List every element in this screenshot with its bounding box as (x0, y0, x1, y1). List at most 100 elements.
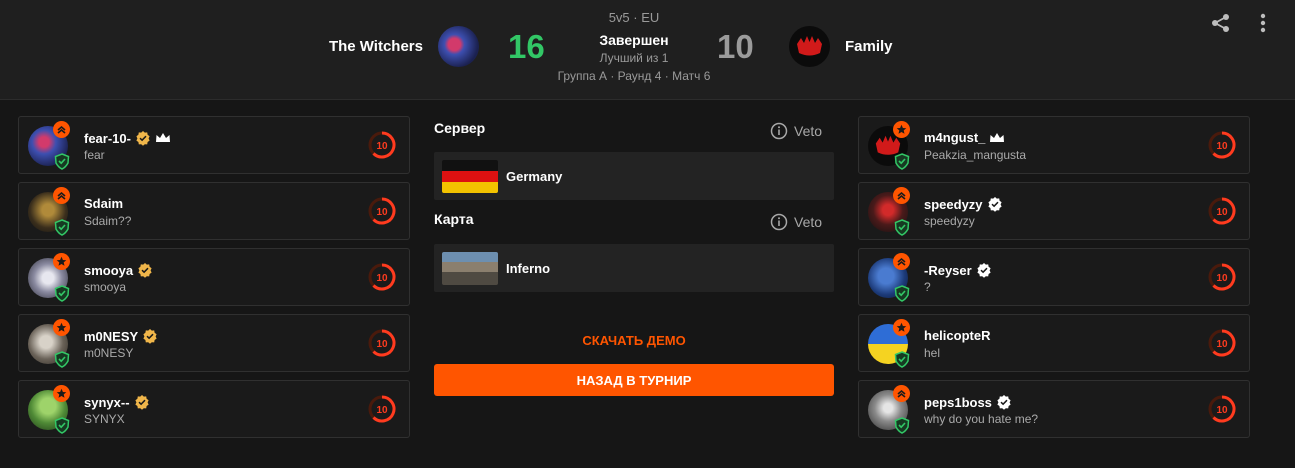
player-name: -Reyser (924, 262, 992, 278)
shield-icon (894, 351, 910, 368)
player-nickname: hel (924, 346, 941, 360)
veto-label: Veto (794, 123, 823, 139)
rank-chevrons-icon (893, 187, 910, 204)
server-name: Germany (506, 169, 563, 184)
player-card[interactable]: fear-10- fear 10 (18, 116, 410, 174)
map-label: Карта (434, 211, 474, 227)
player-card[interactable]: peps1boss why do you hate me? 10 (858, 380, 1250, 438)
shield-icon (54, 285, 70, 302)
level-number: 10 (1216, 141, 1228, 152)
shield-icon (894, 285, 910, 302)
player-name: synyx-- (84, 394, 150, 410)
verified-icon (143, 329, 157, 344)
rank-chevrons-icon (893, 385, 910, 402)
player-name-text: m4ngust_ (924, 130, 986, 145)
level-10-icon: 10 (1208, 197, 1236, 225)
player-name: smooya (84, 262, 153, 278)
player-card[interactable]: speedyzy speedyzy 10 (858, 182, 1250, 240)
match-best-of: Лучший из 1 (599, 51, 669, 65)
server-veto-button[interactable]: Veto (770, 122, 822, 140)
player-name: m0NESY (84, 328, 158, 344)
level-10-icon: 10 (368, 329, 396, 357)
shield-icon (894, 417, 910, 434)
player-name: speedyzy (924, 196, 1003, 212)
player-card[interactable]: smooya smooya 10 (18, 248, 410, 306)
level-number: 10 (376, 141, 388, 152)
match-group-info: Группа А · Раунд 4 · Матч 6 (557, 69, 711, 83)
crown-icon (990, 132, 1005, 142)
player-name-text: m0NESY (84, 328, 139, 344)
rank-star-icon (893, 319, 910, 336)
team-right-score: 10 (717, 28, 754, 65)
player-nickname: Sdaim?? (84, 214, 132, 228)
map-veto-button[interactable]: Veto (770, 213, 822, 231)
player-name-text: helicopteR (924, 328, 991, 343)
red-crest-icon (797, 36, 822, 56)
rank-star-icon (53, 385, 70, 402)
player-name-text: peps1boss (924, 394, 992, 410)
more-vertical-icon[interactable] (1252, 12, 1274, 34)
verified-icon (987, 197, 1002, 212)
player-name-text: smooya (84, 262, 134, 278)
crown-icon (155, 133, 170, 142)
shield-icon (894, 219, 910, 236)
rank-star-icon (893, 121, 910, 138)
level-number: 10 (376, 207, 388, 218)
level-10-icon: 10 (368, 197, 396, 225)
player-name: peps1boss (924, 394, 1012, 410)
verified-icon (138, 263, 152, 278)
player-name: helicopteR (924, 328, 990, 343)
back-to-tournament-button[interactable]: НАЗАД В ТУРНИР (434, 364, 834, 396)
level-10-icon: 10 (368, 131, 396, 159)
veto-label: Veto (794, 214, 823, 230)
player-name-text: -Reyser (924, 262, 972, 278)
inferno-map-thumbnail (442, 252, 498, 285)
team-right-logo[interactable] (789, 26, 830, 67)
rank-chevrons-icon (53, 121, 70, 138)
level-10-icon: 10 (368, 263, 396, 291)
player-card[interactable]: m4ngust_ Peakzia_mangusta 10 (858, 116, 1250, 174)
player-nickname: speedyzy (924, 214, 975, 228)
player-card[interactable]: synyx-- SYNYX 10 (18, 380, 410, 438)
player-name-text: Sdaim (84, 196, 124, 211)
shield-icon (54, 219, 70, 236)
rank-star-icon (53, 319, 70, 336)
player-nickname: smooya (84, 280, 127, 294)
verified-icon (977, 263, 991, 278)
level-10-icon: 10 (1208, 131, 1236, 159)
match-status: Завершен (599, 32, 669, 48)
level-number: 10 (376, 273, 388, 284)
team-right-name[interactable]: Family (845, 38, 893, 55)
player-nickname: why do you hate me? (924, 412, 1039, 426)
shield-icon (894, 153, 910, 170)
info-icon (770, 122, 788, 140)
map-name: Inferno (506, 261, 551, 276)
player-card[interactable]: m0NESY m0NESY 10 (18, 314, 410, 372)
player-nickname: ? (924, 280, 931, 294)
level-10-icon: 10 (368, 395, 396, 423)
player-nickname: fear (84, 148, 105, 162)
level-number: 10 (1216, 273, 1228, 284)
player-name: m4ngust_ (924, 130, 1005, 145)
player-name: Sdaim (84, 196, 123, 211)
match-mode: 5v5 · EU (608, 10, 660, 25)
level-number: 10 (376, 405, 388, 416)
info-icon (770, 213, 788, 231)
map-pick: Inferno (434, 244, 834, 292)
match-header: 5v5 · EU The Witchers 16 Завершен Лучший… (0, 0, 1295, 100)
download-demo-button[interactable]: СКАЧАТЬ ДЕМО (434, 333, 834, 348)
player-card[interactable]: Sdaim Sdaim?? 10 (18, 182, 410, 240)
verified-icon (997, 395, 1011, 410)
player-card[interactable]: -Reyser ? 10 (858, 248, 1250, 306)
player-card[interactable]: helicopteR hel 10 (858, 314, 1250, 372)
share-icon[interactable] (1210, 12, 1232, 34)
verified-icon (134, 395, 149, 410)
level-10-icon: 10 (1208, 263, 1236, 291)
player-nickname: Peakzia_mangusta (924, 148, 1027, 162)
player-name: fear-10- (84, 130, 171, 146)
level-number: 10 (1216, 339, 1228, 350)
player-name-text: synyx-- (84, 394, 130, 410)
level-10-icon: 10 (1208, 329, 1236, 357)
player-nickname: m0NESY (84, 346, 134, 360)
server-pick: Germany (434, 152, 834, 200)
